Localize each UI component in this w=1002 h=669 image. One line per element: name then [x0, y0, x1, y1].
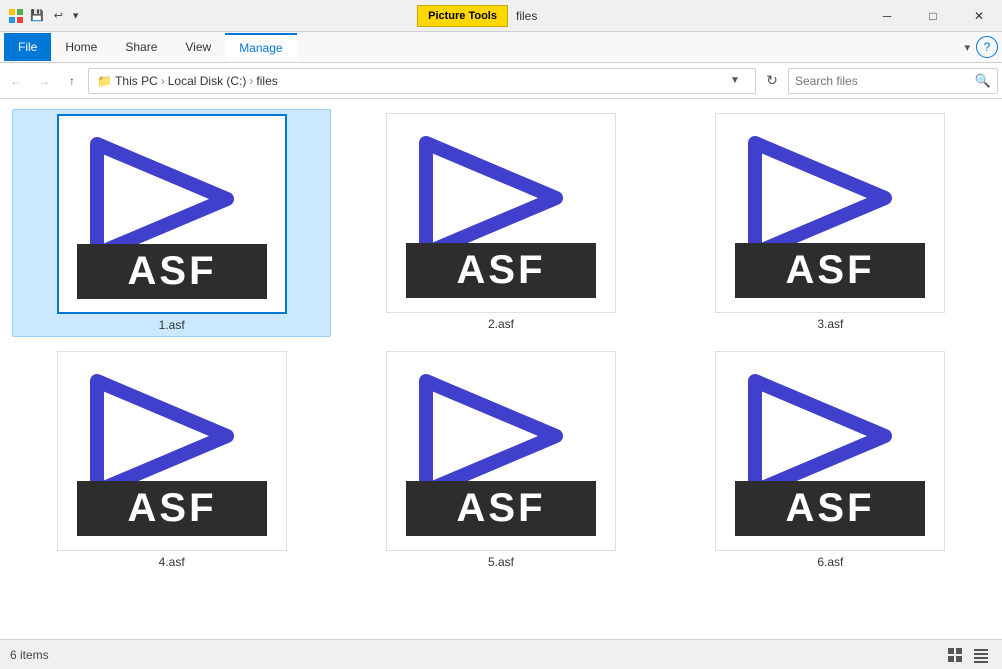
file-thumbnail: ASF	[57, 351, 287, 551]
file-label: 4.asf	[159, 555, 185, 569]
nav-forward-button[interactable]: →	[32, 69, 56, 93]
file-label: 3.asf	[817, 317, 843, 331]
quick-access-undo[interactable]: ↩	[50, 7, 67, 24]
nav-back-button[interactable]: ←	[4, 69, 28, 93]
file-thumbnail: ASF	[715, 351, 945, 551]
svg-text:ASF: ASF	[127, 486, 216, 530]
file-area: ASF 1.asf ASF 2.asf	[0, 99, 1002, 639]
search-box[interactable]: 🔍	[788, 68, 998, 94]
ribbon: File Home Share View Manage ▾ ?	[0, 32, 1002, 63]
title-bar: 💾 ↩ ▾ Picture Tools files ─ □ ✕	[0, 0, 1002, 32]
tab-manage[interactable]: Manage	[225, 33, 296, 61]
files-grid: ASF 1.asf ASF 2.asf	[12, 109, 990, 573]
minimize-button[interactable]: ─	[864, 0, 910, 32]
file-label: 5.asf	[488, 555, 514, 569]
file-thumbnail: ASF	[386, 113, 616, 313]
tab-share[interactable]: Share	[111, 33, 171, 61]
svg-text:ASF: ASF	[786, 248, 875, 292]
status-bar: 6 items	[0, 639, 1002, 669]
file-label: 6.asf	[817, 555, 843, 569]
svg-text:ASF: ASF	[127, 249, 216, 293]
file-label: 1.asf	[159, 318, 185, 332]
file-thumbnail: ASF	[386, 351, 616, 551]
status-count: 6 items	[10, 648, 49, 662]
list-item[interactable]: ASF 6.asf	[671, 347, 990, 573]
file-thumbnail: ASF	[57, 114, 287, 314]
list-item[interactable]: ASF 3.asf	[671, 109, 990, 337]
maximize-button[interactable]: □	[910, 0, 956, 32]
view-large-icons-button[interactable]	[944, 644, 966, 666]
list-item[interactable]: ASF 5.asf	[341, 347, 660, 573]
address-dropdown-button[interactable]: ▼	[723, 69, 747, 93]
content-area: ASF 1.asf ASF 2.asf	[0, 99, 1002, 639]
quick-access-dropdown[interactable]: ▾	[69, 7, 83, 24]
quick-access-save[interactable]: 💾	[26, 7, 48, 24]
help-button[interactable]: ?	[976, 36, 998, 58]
breadcrumb-thispc: 📁 This PC	[97, 74, 158, 88]
list-item[interactable]: ASF 2.asf	[341, 109, 660, 337]
address-bar: ← → ↑ 📁 This PC › Local Disk (C:) › file…	[0, 63, 1002, 99]
svg-text:ASF: ASF	[786, 486, 875, 530]
list-item[interactable]: ASF 1.asf	[12, 109, 331, 337]
svg-text:ASF: ASF	[456, 486, 545, 530]
window-title: files	[516, 9, 537, 23]
tab-file[interactable]: File	[4, 33, 51, 61]
view-details-button[interactable]	[970, 644, 992, 666]
search-button[interactable]: 🔍	[975, 73, 991, 89]
view-controls	[944, 644, 992, 666]
file-thumbnail: ASF	[715, 113, 945, 313]
tab-home[interactable]: Home	[51, 33, 111, 61]
refresh-button[interactable]: ↻	[760, 69, 784, 93]
nav-up-button[interactable]: ↑	[60, 69, 84, 93]
breadcrumb-sep2: ›	[249, 74, 253, 88]
title-bar-controls: ─ □ ✕	[864, 0, 1002, 31]
breadcrumb-localdisk: Local Disk (C:)	[168, 74, 247, 88]
ribbon-collapse-button[interactable]: ▾	[958, 39, 976, 56]
file-label: 2.asf	[488, 317, 514, 331]
list-item[interactable]: ASF 4.asf	[12, 347, 331, 573]
svg-text:ASF: ASF	[456, 248, 545, 292]
address-path[interactable]: 📁 This PC › Local Disk (C:) › files ▼	[88, 68, 756, 94]
search-input[interactable]	[795, 74, 971, 88]
close-button[interactable]: ✕	[956, 0, 1002, 32]
tab-view[interactable]: View	[171, 33, 225, 61]
ribbon-tabs: File Home Share View Manage ▾ ?	[0, 32, 1002, 62]
title-center: Picture Tools files	[90, 0, 864, 31]
picture-tools-label: Picture Tools	[417, 5, 508, 27]
breadcrumb-sep1: ›	[161, 74, 165, 88]
title-bar-left: 💾 ↩ ▾	[0, 0, 90, 31]
breadcrumb-files: files	[256, 74, 277, 88]
app-icon	[8, 8, 24, 24]
